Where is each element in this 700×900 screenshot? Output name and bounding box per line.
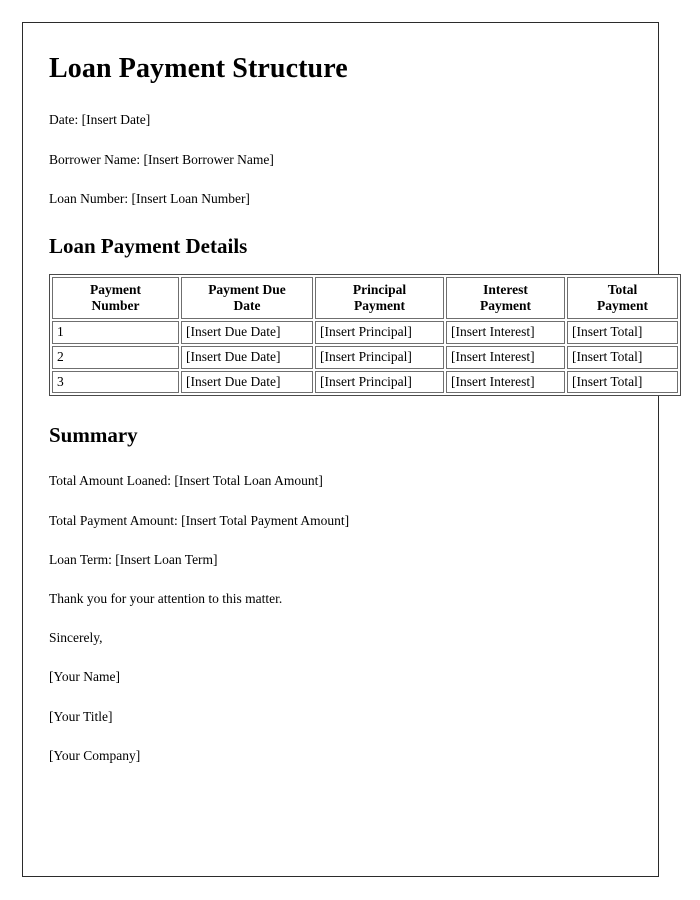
column-header-principal-payment: Principal Payment [315, 277, 444, 320]
table-row: 2 [Insert Due Date] [Insert Principal] [… [52, 346, 678, 369]
column-header-line-1: Total [607, 282, 638, 298]
cell-payment-due-date: [Insert Due Date] [181, 321, 313, 345]
summary-loan-term: Loan Term: [Insert Loan Term] [49, 551, 218, 567]
field-loan-number: Loan Number: [Insert Loan Number] [49, 190, 250, 206]
loan-payment-table: Payment Number Payment Due Date Principa… [49, 274, 681, 397]
cell-payment-due-date: [Insert Due Date] [181, 370, 313, 394]
section-heading-loan-payment-details: Loan Payment Details [49, 233, 248, 258]
section-heading-summary: Summary [49, 423, 138, 448]
column-header-line-2: Payment [480, 297, 531, 313]
page-title: Loan Payment Structure [49, 53, 348, 84]
signature-your-company: [Your Company] [49, 747, 141, 763]
document-page: Loan Payment Structure Date: [Insert Dat… [22, 22, 681, 877]
cell-interest-payment: [Insert Interest] [446, 370, 565, 394]
column-header-payment-number: Payment Number [52, 277, 179, 320]
cell-principal-payment: [Insert Principal] [315, 346, 444, 369]
cell-payment-number: 1 [52, 321, 179, 345]
signature-your-name: [Your Name] [49, 669, 120, 685]
field-borrower-name: Borrower Name: [Insert Borrower Name] [49, 151, 274, 167]
cell-interest-payment: [Insert Interest] [446, 346, 565, 369]
column-header-line-1: Principal [352, 282, 407, 298]
cell-payment-due-date: [Insert Due Date] [181, 346, 313, 369]
column-header-line-2: Date [233, 297, 261, 313]
column-header-line-2: Number [91, 297, 140, 313]
column-header-line-2: Payment [354, 297, 405, 313]
table-row: 1 [Insert Due Date] [Insert Principal] [… [52, 321, 678, 345]
table-row: 3 [Insert Due Date] [Insert Principal] [… [52, 370, 678, 394]
table-header-row: Payment Number Payment Due Date Principa… [52, 277, 678, 320]
cell-payment-number: 2 [52, 346, 179, 369]
summary-total-amount-loaned: Total Amount Loaned: [Insert Total Loan … [49, 473, 323, 489]
cell-principal-payment: [Insert Principal] [315, 370, 444, 394]
column-header-total-payment: Total Payment [567, 277, 678, 320]
column-header-line-1: Payment [90, 282, 141, 298]
field-date: Date: [Insert Date] [49, 112, 151, 128]
cell-total-payment: [Insert Total] [567, 346, 678, 369]
column-header-line-1: Payment Due [208, 282, 286, 298]
cell-interest-payment: [Insert Interest] [446, 321, 565, 345]
cell-total-payment: [Insert Total] [567, 321, 678, 345]
summary-total-payment-amount: Total Payment Amount: [Insert Total Paym… [49, 512, 350, 528]
signature-your-title: [Your Title] [49, 708, 113, 724]
column-header-line-2: Payment [597, 297, 648, 313]
closing-sincerely: Sincerely, [49, 630, 103, 646]
document-body: Loan Payment Structure Date: [Insert Dat… [23, 23, 681, 764]
column-header-interest-payment: Interest Payment [446, 277, 565, 320]
column-header-line-1: Interest [483, 282, 528, 298]
column-header-payment-due-date: Payment Due Date [181, 277, 313, 320]
cell-total-payment: [Insert Total] [567, 370, 678, 394]
cell-payment-number: 3 [52, 370, 179, 394]
closing-thank-you: Thank you for your attention to this mat… [49, 591, 283, 607]
cell-principal-payment: [Insert Principal] [315, 321, 444, 345]
